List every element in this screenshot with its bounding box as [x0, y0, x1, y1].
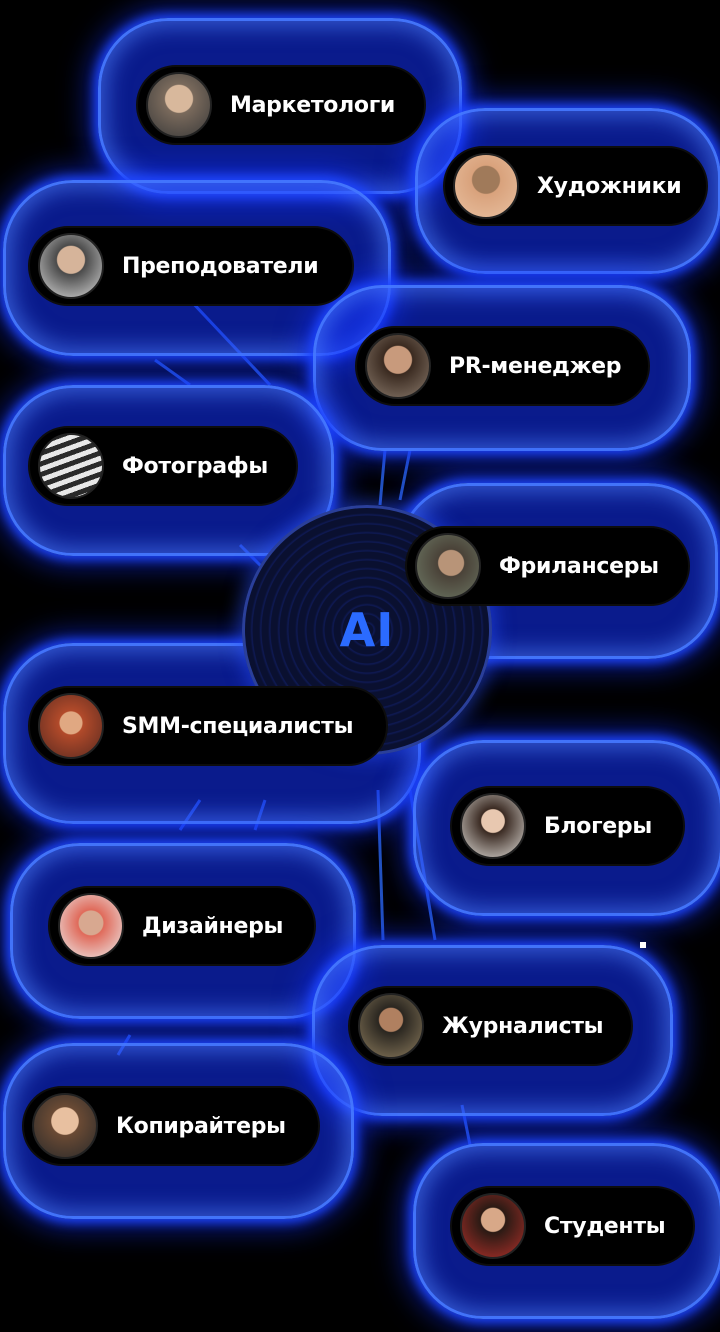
avatar	[460, 1193, 526, 1259]
node-copywriters: Копирайтеры	[22, 1086, 320, 1166]
audience-diagram: AI Маркетологи Художники Преподователи P…	[0, 0, 720, 1332]
node-smm-specialists: SMM-специалисты	[28, 686, 388, 766]
node-label: PR-менеджер	[449, 353, 622, 379]
avatar	[365, 333, 431, 399]
avatar	[460, 793, 526, 859]
node-label: Художники	[537, 173, 682, 199]
avatar	[38, 693, 104, 759]
avatar	[415, 533, 481, 599]
node-label: Преподователи	[122, 253, 319, 279]
decorative-speck	[640, 942, 646, 948]
node-freelancers: Фрилансеры	[405, 526, 690, 606]
avatar	[38, 233, 104, 299]
connector-line	[398, 449, 412, 501]
node-journalists: Журналисты	[348, 986, 633, 1066]
node-artists: Художники	[443, 146, 708, 226]
avatar	[453, 153, 519, 219]
node-label: Фотографы	[122, 453, 268, 479]
node-label: Маркетологи	[230, 92, 396, 118]
node-label: Студенты	[544, 1213, 666, 1239]
node-students: Студенты	[450, 1186, 695, 1266]
avatar	[38, 433, 104, 499]
ai-hub-label: AI	[339, 603, 395, 657]
node-label: SMM-специалисты	[122, 713, 354, 739]
node-photographers: Фотографы	[28, 426, 298, 506]
avatar	[146, 72, 212, 138]
node-label: Журналисты	[442, 1013, 604, 1039]
node-pr-manager: PR-менеджер	[355, 326, 650, 406]
node-label: Дизайнеры	[142, 913, 284, 939]
avatar	[32, 1093, 98, 1159]
connector-line	[378, 449, 387, 506]
avatar	[58, 893, 124, 959]
node-designers: Дизайнеры	[48, 886, 316, 966]
node-teachers: Преподователи	[28, 226, 354, 306]
node-label: Фрилансеры	[499, 553, 659, 579]
connector-line	[154, 358, 191, 387]
avatar	[358, 993, 424, 1059]
node-label: Копирайтеры	[116, 1113, 286, 1139]
node-marketers: Маркетологи	[136, 65, 426, 145]
node-bloggers: Блогеры	[450, 786, 685, 866]
node-label: Блогеры	[544, 813, 652, 839]
